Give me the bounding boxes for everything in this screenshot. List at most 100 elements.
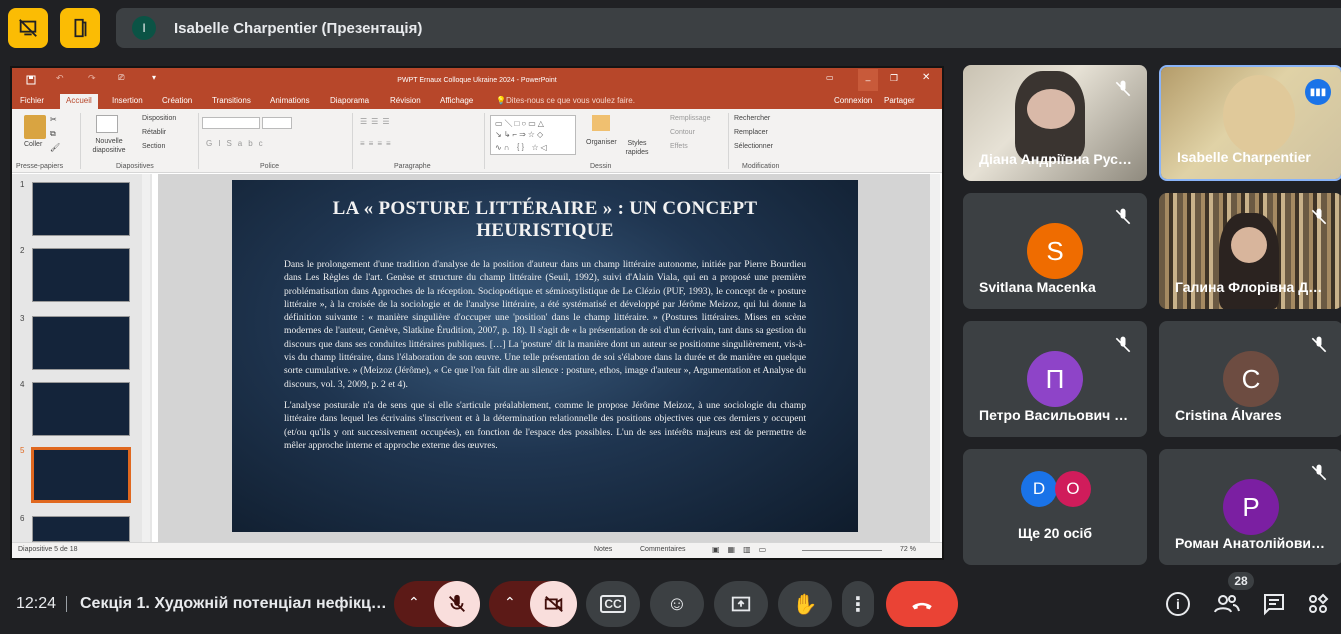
arrange-icon[interactable] (592, 115, 610, 131)
slide-thumbnail-4[interactable] (32, 382, 130, 436)
font-size-input[interactable] (262, 117, 292, 129)
editor-scrollbar[interactable] (930, 174, 940, 542)
group-presse-papiers: Presse-papiers (16, 163, 64, 170)
disposition-button[interactable]: Disposition (142, 115, 176, 122)
notes-button[interactable]: Notes (594, 546, 612, 553)
paste-icon[interactable] (24, 115, 46, 139)
rechercher-button[interactable]: Rechercher (734, 115, 770, 122)
slide-thumbnail-1[interactable] (32, 182, 130, 236)
camera-options-chevron-icon[interactable]: ⌃ (504, 594, 516, 611)
mic-options-chevron-icon[interactable]: ⌃ (408, 594, 420, 611)
zoom-level[interactable]: 72 % (900, 546, 916, 553)
raise-hand-button[interactable]: ✋ (778, 581, 832, 627)
ribbon-options-icon[interactable]: ▭ (826, 73, 834, 82)
tab-affichage[interactable]: Affichage (440, 96, 473, 105)
participant-tile-isabelle[interactable]: ▮▮▮ Isabelle Charpentier (1159, 65, 1341, 181)
nouvelle-diapositive-label[interactable]: Nouvelle diapositive (84, 137, 134, 155)
info-icon[interactable]: i (1166, 592, 1190, 616)
slide-thumbnail-3[interactable] (32, 316, 130, 370)
shapes-gallery[interactable]: ▭＼□○▭△ ↘↳⌐⇒☆◇ ∿∩｛｝☆◁ (490, 115, 576, 155)
close-icon[interactable]: ✕ (922, 72, 930, 83)
screen-off-icon (19, 19, 37, 37)
participant-name: Isabelle Charpentier (1177, 149, 1311, 165)
hide-self-view-button[interactable] (8, 8, 48, 48)
people-button[interactable] (1214, 592, 1240, 621)
minimize-icon[interactable]: – (858, 69, 878, 91)
new-slide-icon[interactable] (96, 115, 118, 133)
view-icons[interactable]: ▣▦▥▭ (712, 545, 774, 554)
tab-creation[interactable]: Création (162, 96, 192, 105)
participant-name: Роман Анатолійович… (1175, 535, 1330, 551)
font-name-input[interactable] (202, 117, 260, 129)
chat-icon (1264, 594, 1284, 616)
captions-button[interactable]: CC (586, 581, 640, 627)
participant-silhouette (1223, 75, 1295, 155)
participant-name: Cristina Álvares (1175, 407, 1282, 423)
slide-thumbnail-6[interactable] (32, 516, 130, 542)
tab-transitions[interactable]: Transitions (212, 96, 251, 105)
participant-tile-petro[interactable]: П Петро Васильович Р… (963, 321, 1147, 437)
participant-tile-roman[interactable]: P Роман Анатолійович… (1159, 449, 1341, 565)
remplissage-button[interactable]: Remplissage (670, 115, 710, 122)
partager-button[interactable]: Partager (884, 96, 915, 105)
slide-thumbnail-5[interactable] (31, 447, 131, 503)
tab-animations[interactable]: Animations (270, 96, 310, 105)
font-format-icons[interactable]: GISabc (206, 139, 269, 148)
thumbnail-scrollbar[interactable] (142, 174, 150, 542)
activities-icon (1309, 593, 1329, 613)
participant-tile-diana[interactable]: Діана Андріївна Рус… (963, 65, 1147, 181)
meeting-title: Секція 1. Художній потенціал нефікц… (80, 595, 387, 612)
coller-label[interactable]: Coller (24, 141, 42, 148)
selectionner-button[interactable]: Sélectionner (734, 143, 773, 150)
leave-call-button[interactable] (886, 581, 958, 627)
retablir-button[interactable]: Rétablir (142, 129, 166, 136)
captions-icon: CC (600, 595, 626, 613)
mic-toggle-button[interactable] (434, 581, 480, 627)
avatar: C (1223, 351, 1279, 407)
participant-tile-cristina[interactable]: C Cristina Álvares (1159, 321, 1341, 437)
organiser-button[interactable]: Organiser (586, 139, 617, 146)
tell-me-box[interactable]: Dites-nous ce que vous voulez faire. (506, 96, 635, 105)
tab-revision[interactable]: Révision (390, 96, 421, 105)
section-button[interactable]: Section (142, 143, 165, 150)
effets-button[interactable]: Effets (670, 143, 688, 150)
thumb-number: 3 (20, 314, 25, 323)
participant-tile-svitlana[interactable]: S Svitlana Macenka (963, 193, 1147, 309)
others-count: Ще 20 осіб (1017, 525, 1093, 541)
thumb-number: 6 (20, 514, 25, 523)
participant-face (1231, 227, 1267, 263)
zoom-slider[interactable] (802, 550, 882, 551)
contour-button[interactable]: Contour (670, 129, 695, 136)
hand-icon: ✋ (792, 593, 818, 616)
slide-thumbnail-2[interactable] (32, 248, 130, 302)
align-icons[interactable]: ≡≡≡≡ (360, 139, 395, 148)
tab-diaporama[interactable]: Diaporama (330, 96, 369, 105)
remplacer-button[interactable]: Remplacer (734, 129, 768, 136)
tab-insertion[interactable]: Insertion (112, 96, 143, 105)
cut-icon[interactable]: ✂ (50, 115, 57, 124)
presenter-label: Isabelle Charpentier (Презентація) (174, 19, 423, 37)
chat-button[interactable] (1262, 592, 1286, 621)
ppt-window-title: PWPT Ernaux Colloque Ukraine 2024 - Powe… (397, 76, 557, 84)
more-options-button[interactable]: ⋮ (842, 581, 874, 627)
participant-tile-halyna[interactable]: Галина Флорівна Др… (1159, 193, 1341, 309)
thumb-number: 2 (20, 246, 25, 255)
activities-button[interactable] (1306, 592, 1330, 621)
list-icons[interactable]: ☰☰☰ (360, 117, 394, 126)
participant-tile-others[interactable]: D O Ще 20 осіб (963, 449, 1147, 565)
copy-icon[interactable]: ⧉ (50, 129, 56, 139)
layout-button[interactable] (60, 8, 100, 48)
commentaires-button[interactable]: Commentaires (640, 546, 686, 553)
tab-accueil[interactable]: Accueil (60, 94, 98, 109)
reactions-button[interactable]: ☺ (650, 581, 704, 627)
mic-off-icon (449, 594, 465, 612)
restore-icon[interactable]: ❐ (890, 73, 898, 84)
present-button[interactable] (714, 581, 768, 627)
connexion-link[interactable]: Connexion (834, 96, 872, 105)
ribbon: Coller ✂ ⧉ 🖌 Presse-papiers Nouvelle dia… (12, 109, 942, 173)
tab-fichier[interactable]: Fichier (20, 96, 44, 105)
styles-rapides-button[interactable]: Styles rapides (622, 139, 652, 157)
camera-toggle-button[interactable] (530, 581, 577, 627)
format-painter-icon[interactable]: 🖌 (50, 143, 60, 152)
door-icon (74, 18, 87, 38)
